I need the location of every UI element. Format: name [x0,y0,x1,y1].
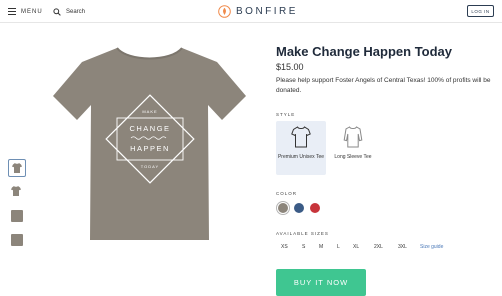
thumbnail-image [11,234,23,246]
buy-it-now-button[interactable]: BUY IT NOW [276,269,366,296]
color-section-label: COLOR [276,191,298,196]
size-option-m[interactable]: M [319,244,323,250]
thumbnail-front[interactable] [8,159,26,177]
size-option-s[interactable]: S [302,244,305,250]
thumbnail-image [11,210,23,222]
sizes-section-label: AVAILABLE SIZES [276,231,329,236]
size-option-2xl[interactable]: 2XL [374,244,383,250]
style-option-label: Premium Unisex Tee [277,154,325,160]
style-option-label: Long Sleeve Tee [334,154,372,160]
brand-logo[interactable]: BONFIRE [218,4,298,19]
style-section-label: STYLE [276,112,296,117]
bonfire-logo-icon [218,5,231,18]
design-word-1: MAKE [142,109,157,114]
thumbnail-back[interactable] [8,183,26,201]
style-option-premium-unisex-tee[interactable]: Premium Unisex Tee [276,121,326,175]
size-option-l[interactable]: L [337,244,340,250]
brand-name: BONFIRE [236,6,298,17]
tshirt-thumb-icon [12,163,22,173]
tshirt-thumb-icon [11,186,21,196]
size-option-3xl[interactable]: 3XL [398,244,407,250]
menu-button[interactable]: MENU [8,6,43,17]
design-word-2: CHANGE [129,124,170,133]
long-sleeve-icon [343,126,363,148]
color-swatch-red[interactable] [310,203,320,213]
color-swatch-gray[interactable] [276,201,290,215]
thumbnail-detail-1[interactable] [8,207,26,225]
thumbnail-detail-2[interactable] [8,231,26,249]
tshirt-icon [291,126,311,148]
product-description: Please help support Foster Angels of Cen… [276,77,491,94]
search-button[interactable]: Search [53,6,85,17]
product-title: Make Change Happen Today [276,44,453,59]
product-image: MAKE CHANGE HAPPEN TODAY [53,47,246,240]
search-label: Search [66,8,86,15]
size-option-xs[interactable]: XS [281,244,288,250]
size-guide-link[interactable]: Size guide [420,244,443,250]
design-word-3: HAPPEN [130,144,170,153]
size-option-xl[interactable]: XL [353,244,359,250]
hamburger-icon [8,8,16,15]
login-button[interactable]: LOG IN [467,5,494,17]
menu-label: MENU [21,8,43,15]
product-price: $15.00 [276,62,304,72]
design-word-4: TODAY [141,164,159,169]
style-option-long-sleeve-tee[interactable]: Long Sleeve Tee [328,121,378,175]
color-swatch-blue[interactable] [294,203,304,213]
search-icon [53,7,61,16]
top-nav-bar: MENU Search BONFIRE LOG IN [0,0,502,23]
